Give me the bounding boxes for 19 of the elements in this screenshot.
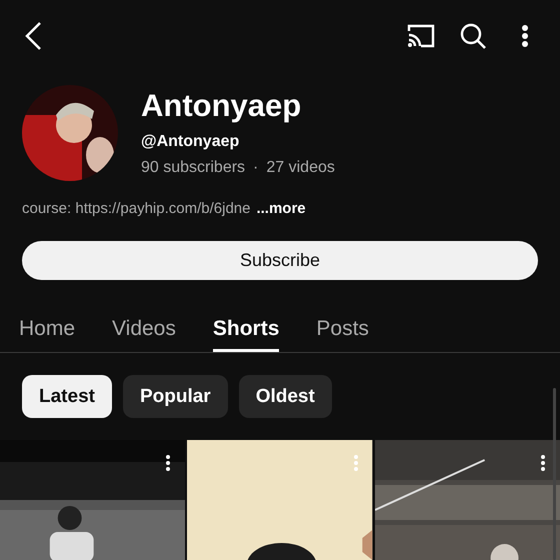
video-count: 27 videos [266, 159, 335, 178]
channel-tab[interactable]: Home [19, 302, 76, 352]
more-link[interactable]: ...more [256, 200, 306, 217]
channel-description: course: https://payhip.com/b/6jdne [22, 200, 250, 217]
subscribe-button[interactable]: Subscribe [22, 240, 538, 280]
scrollbar[interactable] [553, 388, 556, 560]
filter-chip[interactable]: Popular [122, 375, 228, 418]
separator-dot: · [253, 159, 258, 178]
channel-handle: @Antonyaep [141, 133, 240, 152]
filter-chip[interactable]: Latest [22, 375, 112, 418]
more-icon[interactable] [540, 454, 546, 472]
search-icon[interactable] [458, 21, 488, 52]
more-icon[interactable] [165, 454, 172, 472]
filter-chip[interactable]: Oldest [238, 375, 332, 418]
channel-tab[interactable]: Videos [112, 302, 176, 352]
subscriber-count: 90 subscribers [141, 159, 246, 178]
channel-tab[interactable]: Posts [316, 302, 369, 352]
channel-tab[interactable]: Shorts [212, 302, 280, 352]
channel-name: Antonyaep [141, 88, 302, 124]
